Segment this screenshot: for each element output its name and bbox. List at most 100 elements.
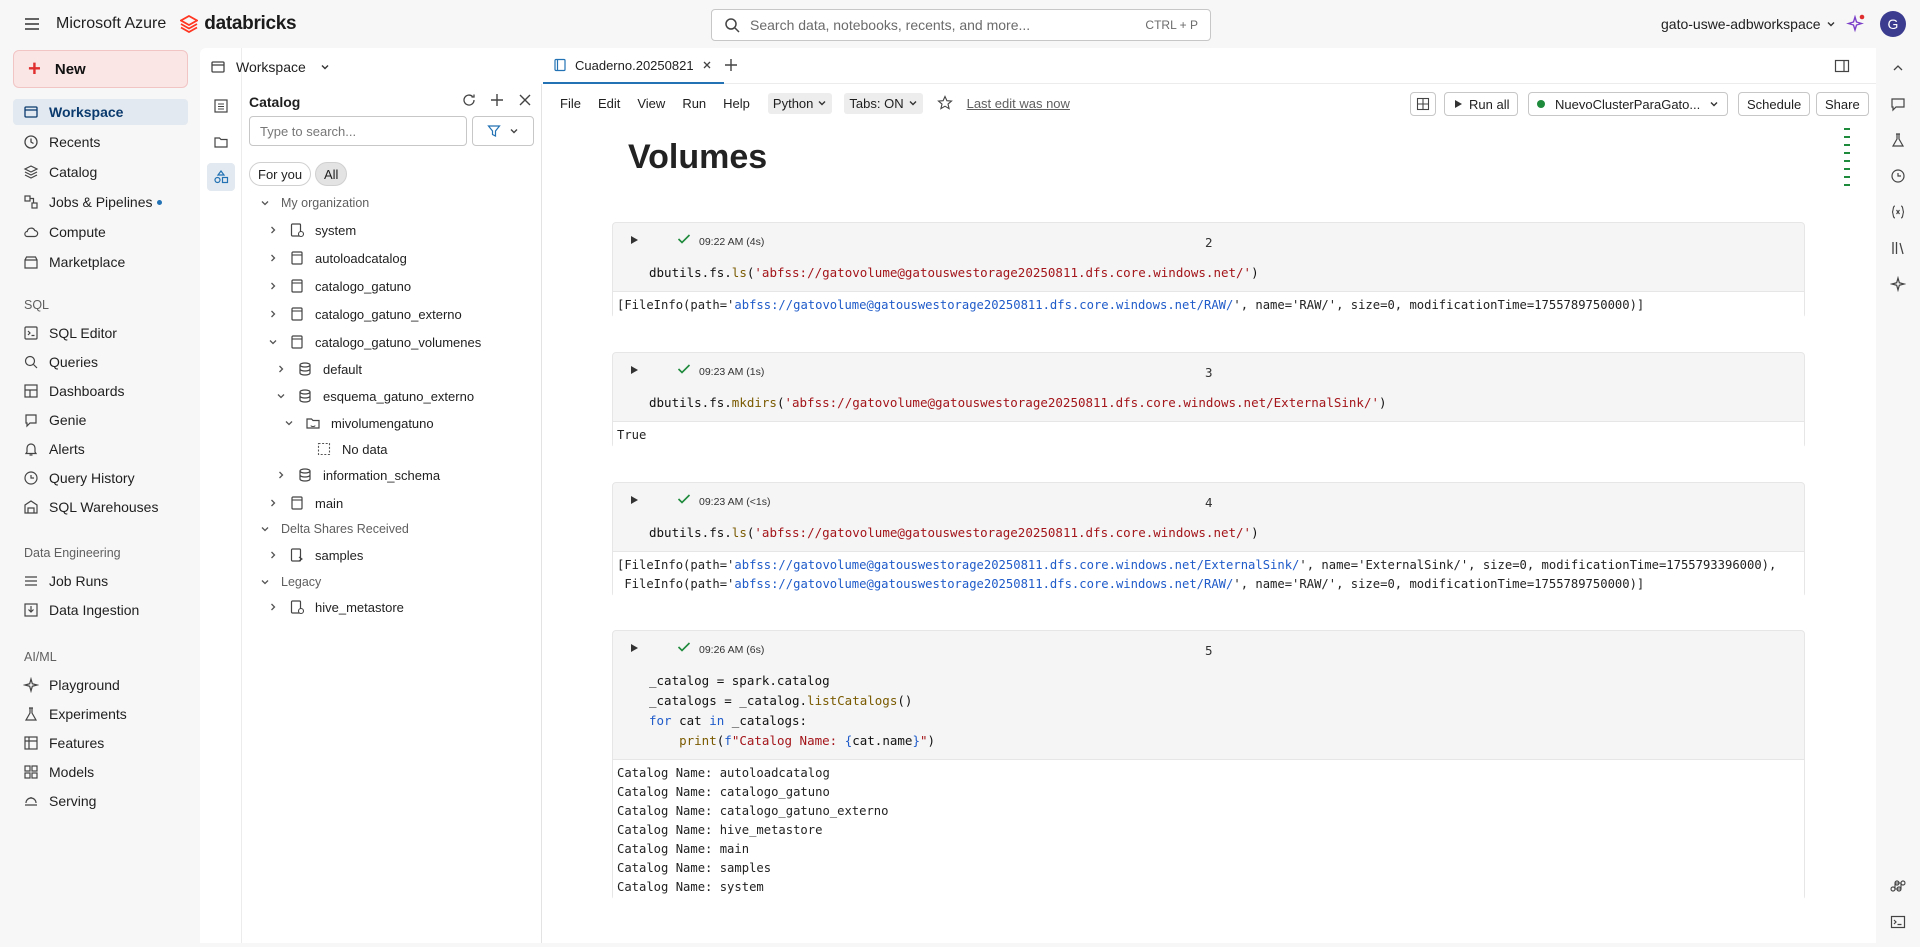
nav-jobs-pipelines[interactable]: Jobs & Pipelines bbox=[13, 189, 188, 215]
close-icon[interactable] bbox=[517, 92, 533, 108]
rail-catalog[interactable] bbox=[207, 163, 235, 191]
comment-icon[interactable] bbox=[1890, 96, 1906, 112]
pill-for-you[interactable]: For you bbox=[249, 162, 312, 186]
cell-minimap[interactable] bbox=[1844, 128, 1850, 194]
nav-experiments[interactable]: Experiments bbox=[13, 701, 188, 727]
rail-folder[interactable] bbox=[207, 128, 235, 156]
cluster-selector[interactable]: NuevoClusterParaGato... bbox=[1528, 92, 1728, 116]
code-cell[interactable]: 09:22 AM (4s) 2 dbutils.fs.ls('abfss://g… bbox=[612, 222, 1805, 318]
history-icon[interactable] bbox=[1890, 168, 1906, 184]
workspace-switcher[interactable]: gato-uswe-adbworkspace bbox=[1661, 16, 1836, 32]
experiment-flask-icon[interactable] bbox=[1890, 132, 1906, 148]
run-all-button[interactable]: Run all bbox=[1444, 92, 1519, 116]
nav-compute[interactable]: Compute bbox=[13, 219, 188, 245]
menu-help[interactable]: Help bbox=[723, 96, 750, 111]
tree-item-system[interactable]: system bbox=[267, 219, 356, 241]
menu-run[interactable]: Run bbox=[682, 96, 706, 111]
tree-section-legacy[interactable]: Legacy bbox=[259, 571, 321, 593]
split-view-icon[interactable] bbox=[1834, 58, 1850, 74]
tree-item-esquema-gatuno-externo[interactable]: esquema_gatuno_externo bbox=[275, 385, 474, 407]
workspace-header[interactable]: Workspace bbox=[210, 52, 330, 82]
catalog-search-input[interactable] bbox=[249, 116, 467, 146]
cell-code[interactable]: dbutils.fs.ls('abfss://gatovolume@gatous… bbox=[649, 263, 1259, 283]
cell-run-time: 09:23 AM (1s) bbox=[699, 366, 765, 378]
layout-button[interactable] bbox=[1410, 92, 1436, 116]
run-cell-icon[interactable] bbox=[629, 495, 639, 505]
run-cell-icon[interactable] bbox=[629, 643, 639, 653]
tree-item-samples[interactable]: samples bbox=[267, 544, 363, 566]
keyboard-shortcuts-icon[interactable] bbox=[1890, 878, 1906, 894]
nav-data-ingestion[interactable]: Data Ingestion bbox=[13, 597, 188, 623]
menu-view[interactable]: View bbox=[637, 96, 665, 111]
refresh-icon[interactable] bbox=[461, 92, 477, 108]
nav-features[interactable]: Features bbox=[13, 730, 188, 756]
run-cell-icon[interactable] bbox=[629, 235, 639, 245]
tree-item-hive-metastore[interactable]: hive_metastore bbox=[267, 596, 404, 618]
notebook-tab[interactable]: Cuaderno.20250821 bbox=[543, 48, 724, 84]
user-avatar[interactable]: G bbox=[1880, 11, 1906, 37]
cell-code[interactable]: dbutils.fs.mkdirs('abfss://gatovolume@ga… bbox=[649, 393, 1387, 413]
nav-dashboards[interactable]: Dashboards bbox=[13, 378, 188, 404]
tree-item-default[interactable]: default bbox=[275, 358, 362, 380]
tree-item-catalogo-gatuno[interactable]: catalogo_gatuno bbox=[267, 275, 411, 297]
nav-sql-warehouses[interactable]: SQL Warehouses bbox=[13, 494, 188, 520]
nav-playground[interactable]: Playground bbox=[13, 672, 188, 698]
code-cell[interactable]: 09:23 AM (<1s) 4 dbutils.fs.ls('abfss://… bbox=[612, 482, 1805, 597]
collapse-panel-icon[interactable] bbox=[1890, 60, 1906, 76]
new-button[interactable]: + New bbox=[13, 50, 188, 88]
add-icon[interactable] bbox=[489, 92, 505, 108]
assistant-icon[interactable] bbox=[1890, 276, 1906, 292]
library-icon[interactable] bbox=[1890, 240, 1906, 256]
tabs-setting-dropdown[interactable]: Tabs: ON bbox=[844, 92, 923, 114]
nav-queries[interactable]: Queries bbox=[13, 349, 188, 375]
global-search[interactable]: Search data, notebooks, recents, and mor… bbox=[711, 9, 1211, 41]
tree-section-my-organization[interactable]: My organization bbox=[259, 192, 369, 214]
schedule-button[interactable]: Schedule bbox=[1738, 92, 1811, 116]
hamburger-menu-icon[interactable] bbox=[22, 14, 42, 34]
cell-code[interactable]: _catalog = spark.catalog _catalogs = _ca… bbox=[649, 671, 935, 751]
language-label: Python bbox=[772, 95, 814, 111]
add-tab-icon[interactable] bbox=[723, 57, 739, 73]
tree-item-catalogo-gatuno-externo[interactable]: catalogo_gatuno_externo bbox=[267, 303, 462, 325]
menu-file[interactable]: File bbox=[560, 96, 581, 111]
nav-alerts[interactable]: Alerts bbox=[13, 436, 188, 462]
nav-serving[interactable]: Serving bbox=[13, 788, 188, 814]
nav-workspace[interactable]: Workspace bbox=[13, 99, 188, 125]
tree-item-mivolumengatuno[interactable]: mivolumengatuno bbox=[283, 412, 434, 434]
run-cell-icon[interactable] bbox=[629, 365, 639, 375]
code-cell[interactable]: 09:23 AM (1s) 3 dbutils.fs.mkdirs('abfss… bbox=[612, 352, 1805, 448]
menu-edit[interactable]: Edit bbox=[598, 96, 620, 111]
code-cell[interactable]: 09:26 AM (6s) 5 _catalog = spark.catalog… bbox=[612, 630, 1805, 900]
tabs-setting-label: Tabs: ON bbox=[849, 95, 904, 111]
close-icon[interactable] bbox=[702, 60, 712, 70]
language-dropdown[interactable]: Python bbox=[767, 92, 833, 114]
cell-number: 3 bbox=[1205, 365, 1213, 380]
cell-output-line: Catalog Name: main bbox=[617, 842, 750, 856]
rail-notebook-outline[interactable] bbox=[207, 92, 235, 120]
chevron-down-icon bbox=[510, 129, 518, 134]
nav-recents[interactable]: Recents bbox=[13, 129, 188, 155]
nav-label: Features bbox=[49, 735, 105, 751]
nav-catalog[interactable]: Catalog bbox=[13, 159, 188, 185]
nav-sql-editor[interactable]: SQL Editor bbox=[13, 320, 188, 346]
star-icon[interactable] bbox=[936, 95, 953, 111]
tree-item-catalogo-gatuno-volumenes[interactable]: catalogo_gatuno_volumenes bbox=[267, 331, 481, 353]
databricks-logo[interactable]: databricks bbox=[180, 13, 297, 35]
nav-job-runs[interactable]: Job Runs bbox=[13, 568, 188, 594]
nav-genie[interactable]: Genie bbox=[13, 407, 188, 433]
cell-code[interactable]: dbutils.fs.ls('abfss://gatovolume@gatous… bbox=[649, 523, 1259, 543]
catalog-filter-button[interactable] bbox=[472, 116, 534, 146]
pill-all[interactable]: All bbox=[315, 162, 348, 186]
variables-icon[interactable] bbox=[1890, 204, 1906, 220]
tree-item-information-schema[interactable]: information_schema bbox=[275, 464, 440, 486]
last-edit-link[interactable]: Last edit was now bbox=[967, 96, 1070, 111]
assistant-sparkle-icon[interactable] bbox=[1846, 14, 1866, 34]
nav-marketplace[interactable]: Marketplace bbox=[13, 249, 188, 275]
terminal-icon[interactable] bbox=[1890, 914, 1906, 930]
tree-section-delta-shares[interactable]: Delta Shares Received bbox=[259, 518, 409, 540]
share-button[interactable]: Share bbox=[1816, 92, 1869, 116]
tree-item-autoloadcatalog[interactable]: autoloadcatalog bbox=[267, 247, 407, 269]
nav-models[interactable]: Models bbox=[13, 759, 188, 785]
nav-query-history[interactable]: Query History bbox=[13, 465, 188, 491]
tree-item-main[interactable]: main bbox=[267, 492, 343, 514]
